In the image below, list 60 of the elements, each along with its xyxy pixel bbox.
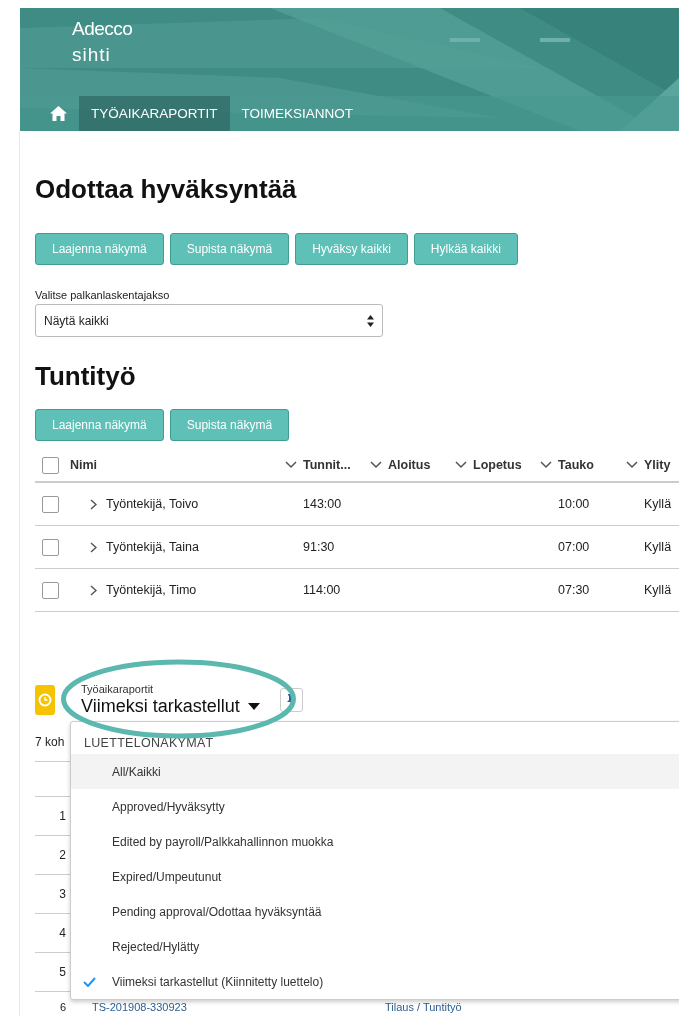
- table-cell: 91:30: [303, 540, 335, 554]
- row-number: 4: [59, 926, 66, 940]
- column-header[interactable]: Tauko: [558, 458, 594, 472]
- chevron-right-icon[interactable]: [90, 498, 97, 510]
- chevron-down-icon[interactable]: [285, 461, 297, 469]
- menu-item[interactable]: Expired/Umpeutunut: [71, 859, 679, 894]
- period-select[interactable]: Näytä kaikki: [35, 304, 383, 337]
- menu-item[interactable]: All/Kaikki: [71, 754, 679, 789]
- chevron-down-icon[interactable]: [455, 461, 467, 469]
- home-icon: [50, 106, 67, 121]
- menu-item[interactable]: Rejected/Hylätty: [71, 929, 679, 964]
- chevron-down-icon[interactable]: [540, 461, 552, 469]
- list-view-picker[interactable]: Viimeksi tarkastellut: [81, 695, 260, 717]
- table-cell: 07:00: [558, 540, 590, 554]
- checkbox[interactable]: [42, 581, 59, 599]
- row-number: 1: [59, 809, 66, 823]
- employee-name: Työntekijä, Taina: [106, 540, 199, 554]
- row-number: 5: [59, 965, 66, 979]
- table-cell: Kyllä: [644, 497, 672, 511]
- row-number: 2: [59, 848, 66, 862]
- employee-name: Työntekijä, Toivo: [106, 497, 199, 511]
- page-title: Odottaa hyväksyntää: [35, 174, 298, 205]
- column-header[interactable]: Lopetus: [473, 458, 522, 472]
- field-label: Valitse palkanlaskentajakso: [35, 289, 171, 301]
- logo-text: sihti: [72, 44, 112, 66]
- column-header[interactable]: Tunnit...: [303, 458, 351, 472]
- table-cell: 07:30: [558, 583, 590, 597]
- chevron-down-icon[interactable]: [370, 461, 382, 469]
- employee-name: Työntekijä, Timo: [106, 583, 197, 597]
- table-cell: 10:00: [558, 497, 590, 511]
- record-link[interactable]: TS-201908-330923: [92, 1001, 187, 1013]
- checkbox[interactable]: [42, 456, 59, 474]
- menu-item[interactable]: Approved/Hyväksytty: [71, 789, 679, 824]
- table-cell: Kyllä: [644, 583, 672, 597]
- checkbox[interactable]: [42, 495, 59, 513]
- chevron-right-icon[interactable]: [90, 584, 97, 596]
- section-title: Tuntityö: [35, 361, 137, 392]
- caret-down-icon: [247, 702, 260, 710]
- chevron-right-icon[interactable]: [90, 541, 97, 553]
- item-count: 7 koh: [35, 735, 65, 749]
- table-cell: Tilaus / Tuntityö: [385, 1001, 462, 1013]
- nav-tab[interactable]: TYÖAIKARAPORTIT: [79, 96, 230, 131]
- column-header[interactable]: Nimi: [70, 458, 98, 472]
- clock-icon: [35, 685, 55, 715]
- menu-item[interactable]: Edited by payroll/Palkkahallinnon muokka: [71, 824, 679, 859]
- updown-icon: [367, 314, 374, 327]
- table-cell: 114:00: [303, 583, 341, 597]
- chevron-down-icon[interactable]: [626, 461, 638, 469]
- object-label: Työaikaraportit: [81, 683, 155, 695]
- logo-text: Adecco: [72, 18, 133, 40]
- menu-item[interactable]: Viimeksi tarkastellut (Kiinnitetty luettelo): [71, 964, 679, 999]
- column-header[interactable]: Ylity: [644, 458, 671, 472]
- column-header[interactable]: Aloitus: [388, 458, 431, 472]
- row-number: 6: [59, 1001, 66, 1013]
- row-number: 3: [59, 887, 66, 901]
- menu-heading: LUETTELONÄKYMÄT: [83, 735, 215, 752]
- checkbox[interactable]: [42, 538, 59, 556]
- table-cell: 143:00: [303, 497, 342, 511]
- table-cell: Kyllä: [644, 540, 672, 554]
- menu-item[interactable]: Pending approval/Odottaa hyväksyntää: [71, 894, 679, 929]
